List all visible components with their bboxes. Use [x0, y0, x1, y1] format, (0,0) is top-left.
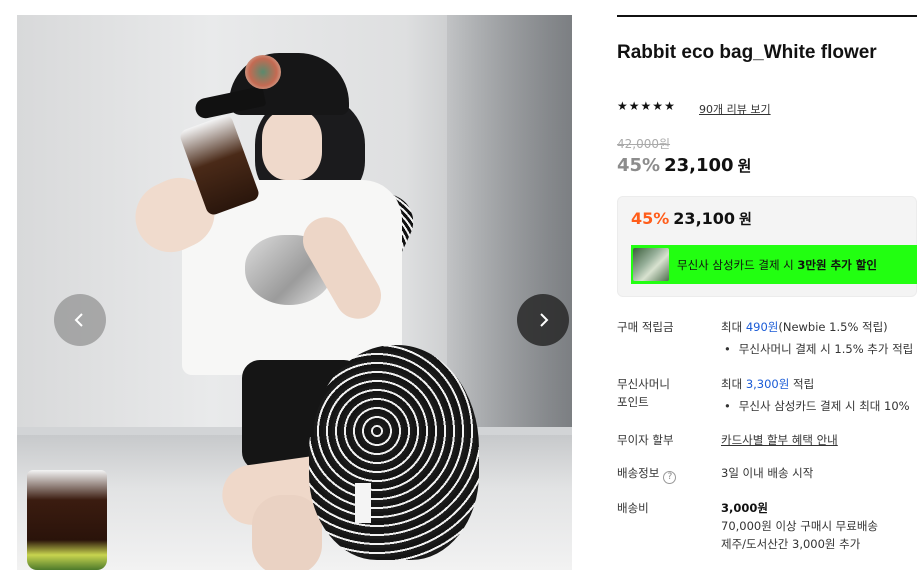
musinsa-points-value: 최대 3,300원 적립	[721, 375, 814, 393]
shipping-fee-label: 배송비	[617, 501, 649, 515]
product-title: Rabbit eco bag_White flower	[617, 42, 877, 63]
shipping-fee-value: 3,000원	[721, 501, 768, 515]
musinsa-points-bullet: 무신사 삼성카드 결제 시 최대 10%	[724, 397, 910, 415]
photo-leg	[252, 495, 322, 570]
gallery-next-button[interactable]	[517, 294, 569, 346]
musinsa-points-label-1: 무신사머니	[617, 377, 670, 391]
star-icon: ★	[640, 99, 652, 113]
star-icon: ★	[628, 99, 640, 113]
star-icon: ★	[652, 99, 664, 113]
card-discount-banner[interactable]: 무신사 삼성카드 결제 시 3만원 추가 할인	[631, 245, 917, 284]
card-discount-text: 무신사 삼성카드 결제 시 3만원 추가 할인	[677, 257, 877, 273]
photo-wall	[447, 15, 572, 435]
points-suffix: (Newbie 1.5% 적립)	[778, 320, 888, 334]
points-value: 최대 490원(Newbie 1.5% 적립)	[721, 318, 888, 336]
product-image-gallery[interactable]	[17, 15, 572, 570]
free-shipping-note: 70,000원 이상 구매시 무료배송	[721, 519, 879, 533]
shipping-info-label: 배송정보?	[617, 464, 677, 484]
points-label: 구매 적립금	[617, 320, 674, 334]
discount-percent: 45%	[617, 155, 661, 176]
promo-box: 45% 23,100 원 무신사 삼성카드 결제 시 3만원 추가 할인	[617, 196, 917, 297]
original-price: 42,000원	[617, 137, 671, 151]
chevron-left-icon	[74, 313, 83, 327]
musinsa-points-label-2: 포인트	[617, 395, 649, 409]
promo-price: 23,100	[673, 209, 736, 228]
card-image-icon	[633, 248, 669, 281]
sale-price: 23,100	[664, 155, 734, 176]
photo-cap-badge	[245, 55, 281, 89]
star-icon: ★	[664, 99, 675, 113]
card-discount-prefix: 무신사 삼성카드 결제 시	[677, 257, 798, 272]
top-divider	[617, 15, 917, 17]
star-icon: ★	[617, 99, 628, 113]
promo-price-row: 45% 23,100 원	[631, 209, 752, 229]
points-bullet: 무신사머니 결제 시 1.5% 추가 적립	[724, 340, 913, 358]
installment-link[interactable]: 카드사별 할부 혜택 안내	[721, 431, 838, 449]
rating-stars: ★ ★ ★ ★ ★	[617, 100, 675, 112]
points-prefix: 최대	[721, 320, 746, 334]
review-link[interactable]: 90개 리뷰 보기	[699, 101, 771, 117]
price-unit: 원	[737, 157, 752, 175]
musinsa-points-suffix: 적립	[789, 377, 815, 391]
promo-price-unit: 원	[739, 212, 752, 228]
promo-discount-percent: 45%	[631, 209, 670, 228]
gallery-prev-button[interactable]	[54, 294, 106, 346]
installment-label: 무이자 할부	[617, 433, 674, 447]
price-row: 45% 23,100 원	[617, 155, 751, 176]
question-mark-icon[interactable]: ?	[663, 470, 677, 484]
shipping-info-label-text: 배송정보	[617, 466, 660, 480]
photo-iced-coffee-cup	[27, 470, 107, 570]
musinsa-points-prefix: 최대	[721, 377, 746, 391]
chevron-right-icon	[540, 313, 549, 327]
photo-eco-bag	[309, 345, 479, 560]
photo-bag-label	[355, 483, 371, 523]
photo-face	[262, 110, 322, 180]
shipping-info-value: 3일 이내 배송 시작	[721, 466, 814, 480]
remote-area-note: 제주/도서산간 3,000원 추가	[721, 537, 861, 551]
musinsa-points-amount: 3,300원	[745, 377, 790, 391]
points-amount: 490원	[745, 320, 779, 334]
card-discount-highlight: 3만원 추가 할인	[797, 257, 877, 272]
